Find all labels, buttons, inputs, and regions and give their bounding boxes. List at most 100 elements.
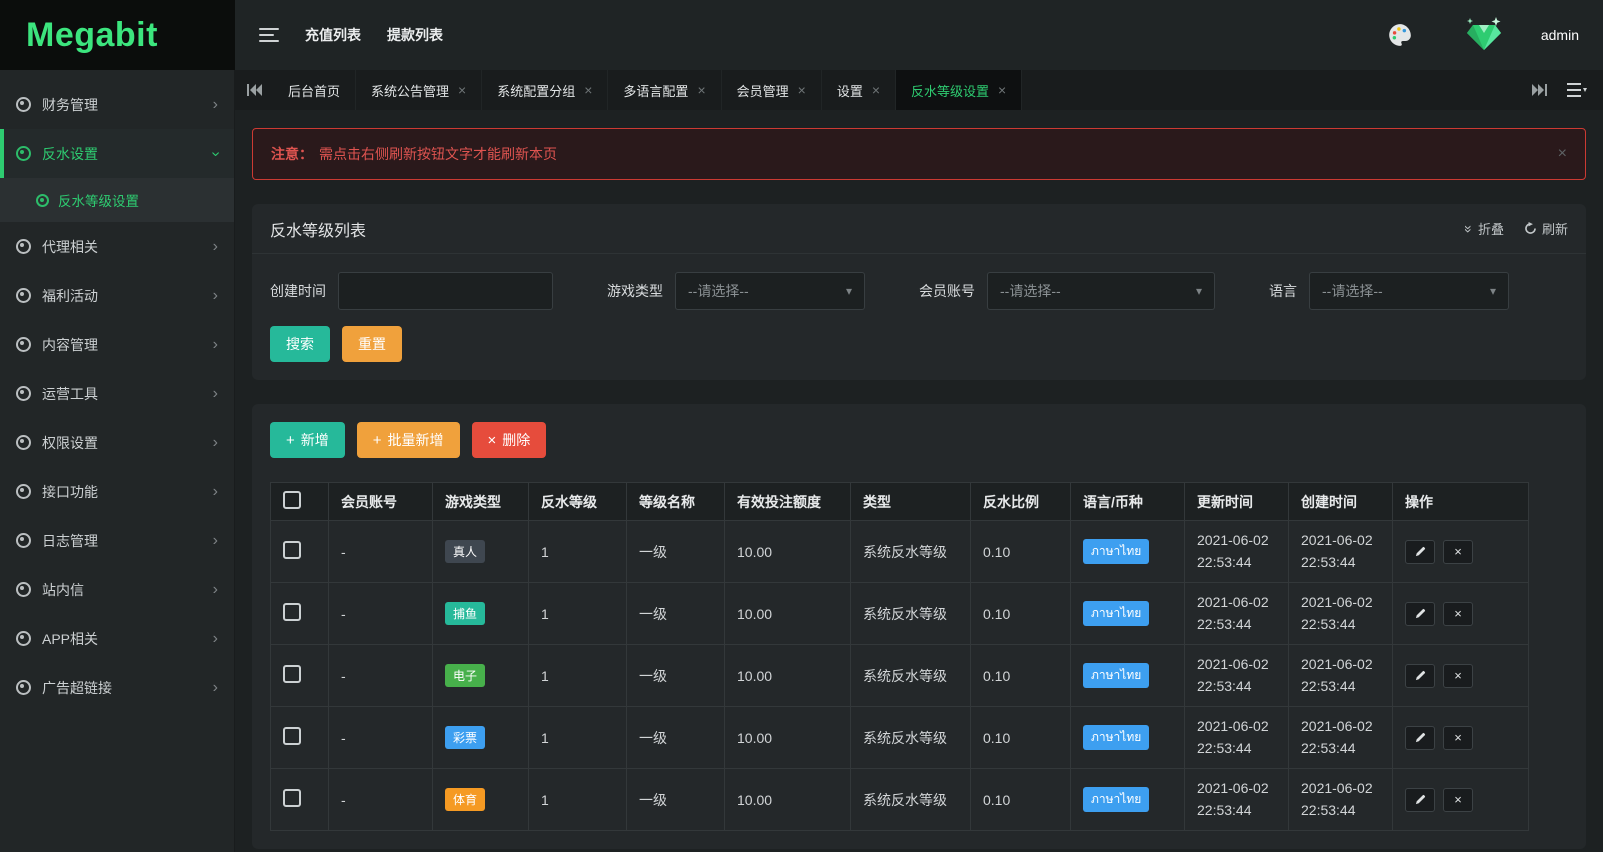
- sidebar-item[interactable]: 广告超链接 ›: [0, 663, 234, 712]
- game-type-select[interactable]: --请选择-- ▾: [675, 272, 865, 310]
- row-checkbox[interactable]: [283, 665, 301, 683]
- tab-item[interactable]: 多语言配置 ×: [608, 70, 722, 110]
- close-icon[interactable]: ×: [458, 82, 466, 98]
- delete-button[interactable]: × 删除: [471, 422, 547, 458]
- sidebar-item[interactable]: 福利活动 ›: [0, 271, 234, 320]
- alert-close-icon[interactable]: ×: [1558, 145, 1567, 163]
- created-time-input[interactable]: [338, 272, 553, 310]
- add-button[interactable]: + 新增: [270, 422, 345, 458]
- tab-item[interactable]: 反水等级设置 ×: [896, 70, 1023, 110]
- column-header: 有效投注额度: [724, 482, 851, 521]
- language-select[interactable]: --请选择-- ▾: [1309, 272, 1509, 310]
- delete-row-button[interactable]: ×: [1443, 601, 1473, 626]
- tab-scroll-left-icon[interactable]: [235, 70, 273, 110]
- row-checkbox[interactable]: [283, 789, 301, 807]
- sidebar-item[interactable]: 反水设置 ›: [0, 129, 234, 178]
- sidebar-item[interactable]: 日志管理 ›: [0, 516, 234, 565]
- topnav-item[interactable]: 提款列表: [387, 25, 443, 45]
- tab-label: 系统公告管理: [371, 83, 450, 99]
- row-checkbox[interactable]: [283, 727, 301, 745]
- row-checkbox[interactable]: [283, 603, 301, 621]
- theme-palette-icon[interactable]: [1387, 22, 1413, 48]
- header-checkbox-cell: [270, 482, 329, 521]
- account-cell: -: [328, 644, 433, 707]
- close-icon[interactable]: ×: [798, 82, 806, 98]
- edit-row-button[interactable]: [1405, 725, 1435, 750]
- topnav-item[interactable]: 充值列表: [305, 25, 361, 45]
- tab-item[interactable]: 会员管理 ×: [722, 70, 822, 110]
- level-name-cell: 一级: [626, 706, 725, 769]
- column-header: 反水比例: [970, 482, 1071, 521]
- sidebar-item[interactable]: 内容管理 ›: [0, 320, 234, 369]
- sidebar-item-label: 内容管理: [42, 336, 98, 353]
- row-checkbox[interactable]: [283, 541, 301, 559]
- delete-row-button[interactable]: ×: [1443, 725, 1473, 750]
- updated-time-cell: 2021-06-02 22:53:44: [1184, 644, 1289, 707]
- game-type-cell: 彩票: [432, 706, 529, 769]
- sidebar-item[interactable]: APP相关 ›: [0, 614, 234, 663]
- account-cell: -: [328, 520, 433, 583]
- reset-button[interactable]: 重置: [342, 326, 402, 362]
- close-icon[interactable]: ×: [872, 82, 880, 98]
- game-type-label: 游戏类型: [607, 283, 663, 299]
- gem-icon[interactable]: [1463, 17, 1505, 53]
- refresh-button[interactable]: 刷新: [1524, 219, 1568, 238]
- rebate-ratio-cell: 0.10: [970, 706, 1071, 769]
- type-cell: 系统反水等级: [850, 706, 971, 769]
- delete-row-button[interactable]: ×: [1443, 663, 1473, 688]
- edit-row-button[interactable]: [1405, 539, 1435, 564]
- sidebar-item-label: 站内信: [42, 581, 84, 598]
- language-badge: ภาษาไทย: [1083, 601, 1150, 626]
- edit-row-button[interactable]: [1405, 787, 1435, 812]
- sidebar-item[interactable]: 财务管理 ›: [0, 80, 234, 129]
- close-icon[interactable]: ×: [584, 82, 592, 98]
- sidebar-item[interactable]: 运营工具 ›: [0, 369, 234, 418]
- sidebar-item-label: 反水设置: [42, 145, 98, 162]
- member-account-select[interactable]: --请选择-- ▾: [987, 272, 1215, 310]
- sidebar-item[interactable]: 站内信 ›: [0, 565, 234, 614]
- table-header-row: 会员账号 游戏类型 反水等级 等级名称 有效投注额度 类型 反水比例 语言/币种 更新时间 创建时…: [270, 482, 1529, 521]
- edit-row-button[interactable]: [1405, 663, 1435, 688]
- tab-menu-icon[interactable]: [1567, 83, 1587, 97]
- sidebar-subitem[interactable]: 反水等级设置: [0, 178, 234, 222]
- language-badge: ภาษาไทย: [1083, 787, 1150, 812]
- add-label: 新增: [300, 432, 329, 448]
- select-value: --请选择--: [688, 283, 749, 299]
- sidebar-item[interactable]: 权限设置 ›: [0, 418, 234, 467]
- close-icon[interactable]: ×: [998, 82, 1006, 98]
- table-row: - 电子 1 一级 10.00 系统反水等级 0.10 ภาษาไทย 2021-06-02 2…: [270, 644, 1529, 707]
- refresh-icon: [1525, 222, 1536, 234]
- column-header: 语言/币种: [1070, 482, 1185, 521]
- page: 注意： 需点击右侧刷新按钮文字才能刷新本页 × 反水等级列表 » 折叠 刷新 创…: [235, 110, 1603, 852]
- created-time-cell: 2021-06-02 22:53:44: [1288, 706, 1393, 769]
- delete-row-button[interactable]: ×: [1443, 787, 1473, 812]
- collapse-button[interactable]: » 折叠: [1461, 219, 1504, 238]
- tab-item[interactable]: 系统配置分组 ×: [482, 70, 609, 110]
- rebate-table: 会员账号 游戏类型 反水等级 等级名称 有效投注额度 类型 反水比例 语言/币种 更新时间 创建时…: [270, 482, 1529, 831]
- hamburger-icon[interactable]: [259, 28, 279, 42]
- tab-item[interactable]: 系统公告管理 ×: [356, 70, 483, 110]
- bet-amount-cell: 10.00: [724, 706, 851, 769]
- plus-icon: +: [372, 431, 382, 449]
- tab-scroll-right-icon[interactable]: [1532, 84, 1547, 96]
- top-bar-main: 充值列表 提款列表 admin: [235, 0, 1603, 70]
- table-row: - 彩票 1 一级 10.00 系统反水等级 0.10 ภาษาไทย 2021-06-02 2…: [270, 706, 1529, 769]
- sidebar-item[interactable]: 接口功能 ›: [0, 467, 234, 516]
- sidebar-item-label: 财务管理: [42, 96, 98, 113]
- edit-row-button[interactable]: [1405, 601, 1435, 626]
- tab-item[interactable]: 后台首页: [273, 70, 357, 110]
- delete-row-button[interactable]: ×: [1443, 539, 1473, 564]
- rebate-level-cell: 1: [528, 706, 627, 769]
- rebate-ratio-cell: 0.10: [970, 644, 1071, 707]
- user-menu[interactable]: admin: [1541, 27, 1579, 43]
- search-button[interactable]: 搜索: [270, 326, 330, 362]
- refresh-label: 刷新: [1541, 222, 1568, 237]
- bet-amount-cell: 10.00: [724, 768, 851, 831]
- sidebar-item[interactable]: 代理相关 ›: [0, 222, 234, 271]
- batch-add-button[interactable]: + 批量新增: [356, 422, 460, 458]
- tab-item[interactable]: 设置 ×: [822, 70, 897, 110]
- close-icon[interactable]: ×: [697, 82, 705, 98]
- table-body: - 真人 1 一级 10.00 系统反水等级 0.10 ภาษาไทย 2021-06-02 2…: [270, 520, 1529, 831]
- menu-icon: [16, 582, 31, 597]
- select-all-checkbox[interactable]: [283, 491, 301, 509]
